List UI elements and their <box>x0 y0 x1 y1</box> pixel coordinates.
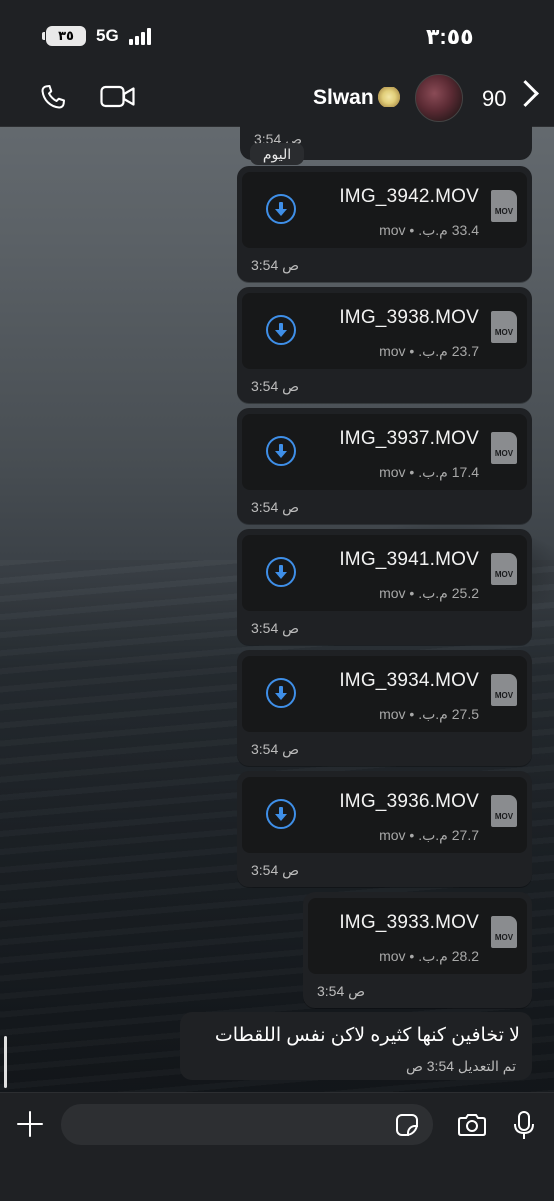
mov-file-icon: MOV <box>491 432 517 464</box>
microphone-icon[interactable] <box>513 1111 535 1141</box>
mov-file-icon: MOV <box>491 190 517 222</box>
mov-file-icon: MOV <box>491 553 517 585</box>
flower-emoji-icon <box>376 87 401 107</box>
contact-name[interactable]: Slwan <box>313 86 401 110</box>
text-message-bubble[interactable]: لا تخافين كنها كثيره لاكن نفس اللقطات تم… <box>180 1012 532 1080</box>
message-time: 3:54 ص <box>251 862 300 878</box>
file-attachment[interactable]: IMG_3933.MOV 28.2 م.ب. • mov MOV <box>308 898 527 974</box>
back-unread-count[interactable]: 90 <box>482 86 506 112</box>
voice-call-icon[interactable] <box>38 82 68 112</box>
mov-file-icon: MOV <box>491 916 517 948</box>
file-name: IMG_3933.MOV <box>339 912 479 933</box>
file-attachment[interactable]: IMG_3938.MOV 23.7 م.ب. • mov MOV <box>242 293 527 369</box>
message-edited-time: تم التعديل 3:54 ص <box>405 1058 516 1074</box>
chat-header: ٣٥ 5G ٣:٥٥ Slwan 90 <box>0 0 554 127</box>
download-icon[interactable] <box>266 678 296 708</box>
file-message-bubble[interactable]: IMG_3941.MOV 25.2 م.ب. • mov MOV 3:54 ص <box>237 529 532 645</box>
file-attachment[interactable]: IMG_3934.MOV 27.5 م.ب. • mov MOV <box>242 656 527 732</box>
file-meta: 28.2 م.ب. • mov <box>379 948 479 964</box>
mov-file-icon: MOV <box>491 311 517 343</box>
download-icon[interactable] <box>266 194 296 224</box>
date-separator: اليوم <box>250 143 304 165</box>
scrollbar[interactable] <box>4 1036 7 1088</box>
file-meta: 27.5 م.ب. • mov <box>379 706 479 722</box>
status-indicators: ٣٥ 5G <box>42 26 151 46</box>
file-name: IMG_3938.MOV <box>339 307 479 328</box>
file-meta: 27.7 م.ب. • mov <box>379 827 479 843</box>
sticker-icon[interactable] <box>396 1114 418 1136</box>
network-type: 5G <box>96 26 119 45</box>
mov-file-icon: MOV <box>491 795 517 827</box>
chevron-back-icon[interactable] <box>512 80 539 107</box>
message-time: 3:54 ص <box>251 257 300 273</box>
message-text: لا تخافين كنها كثيره لاكن نفس اللقطات <box>214 1025 520 1046</box>
battery-indicator: ٣٥ <box>42 26 86 46</box>
file-attachment[interactable]: IMG_3941.MOV 25.2 م.ب. • mov MOV <box>242 535 527 611</box>
message-time: 3:54 ص <box>317 983 366 999</box>
file-attachment[interactable]: IMG_3942.MOV 33.4 م.ب. • mov MOV <box>242 172 527 248</box>
download-icon[interactable] <box>266 557 296 587</box>
video-call-icon[interactable] <box>100 84 136 110</box>
mov-file-icon: MOV <box>491 674 517 706</box>
download-icon[interactable] <box>266 799 296 829</box>
message-input[interactable] <box>61 1104 433 1145</box>
camera-icon[interactable] <box>456 1113 488 1137</box>
file-attachment[interactable]: IMG_3937.MOV 17.4 م.ب. • mov MOV <box>242 414 527 490</box>
download-icon[interactable] <box>266 436 296 466</box>
file-message-bubble[interactable]: IMG_3942.MOV 33.4 م.ب. • mov MOV 3:54 ص <box>237 166 532 282</box>
download-icon[interactable] <box>266 315 296 345</box>
file-meta: 23.7 م.ب. • mov <box>379 343 479 359</box>
avatar[interactable] <box>415 74 463 122</box>
file-name: IMG_3937.MOV <box>339 428 479 449</box>
file-meta: 25.2 م.ب. • mov <box>379 585 479 601</box>
file-name: IMG_3941.MOV <box>339 549 479 570</box>
message-time: 3:54 ص <box>251 741 300 757</box>
file-message-bubble[interactable]: IMG_3938.MOV 23.7 م.ب. • mov MOV 3:54 ص <box>237 287 532 403</box>
message-time: 3:54 ص <box>251 620 300 636</box>
file-attachment[interactable]: IMG_3936.MOV 27.7 م.ب. • mov MOV <box>242 777 527 853</box>
file-message-bubble[interactable]: IMG_3933.MOV 28.2 م.ب. • mov MOV 3:54 ص <box>303 892 532 1008</box>
signal-icon <box>128 27 151 45</box>
file-meta: 33.4 م.ب. • mov <box>379 222 479 238</box>
status-time: ٣:٥٥ <box>426 24 474 49</box>
file-name: IMG_3942.MOV <box>339 186 479 207</box>
message-time: 3:54 ص <box>251 499 300 515</box>
contact-name-text: Slwan <box>313 86 374 109</box>
file-name: IMG_3934.MOV <box>339 670 479 691</box>
file-message-bubble[interactable]: IMG_3936.MOV 27.7 م.ب. • mov MOV 3:54 ص <box>237 771 532 887</box>
message-time: 3:54 ص <box>251 378 300 394</box>
file-message-bubble[interactable]: IMG_3934.MOV 27.5 م.ب. • mov MOV 3:54 ص <box>237 650 532 766</box>
plus-icon[interactable] <box>17 1111 43 1137</box>
file-name: IMG_3936.MOV <box>339 791 479 812</box>
file-meta: 17.4 م.ب. • mov <box>379 464 479 480</box>
file-message-bubble[interactable]: IMG_3937.MOV 17.4 م.ب. • mov MOV 3:54 ص <box>237 408 532 524</box>
